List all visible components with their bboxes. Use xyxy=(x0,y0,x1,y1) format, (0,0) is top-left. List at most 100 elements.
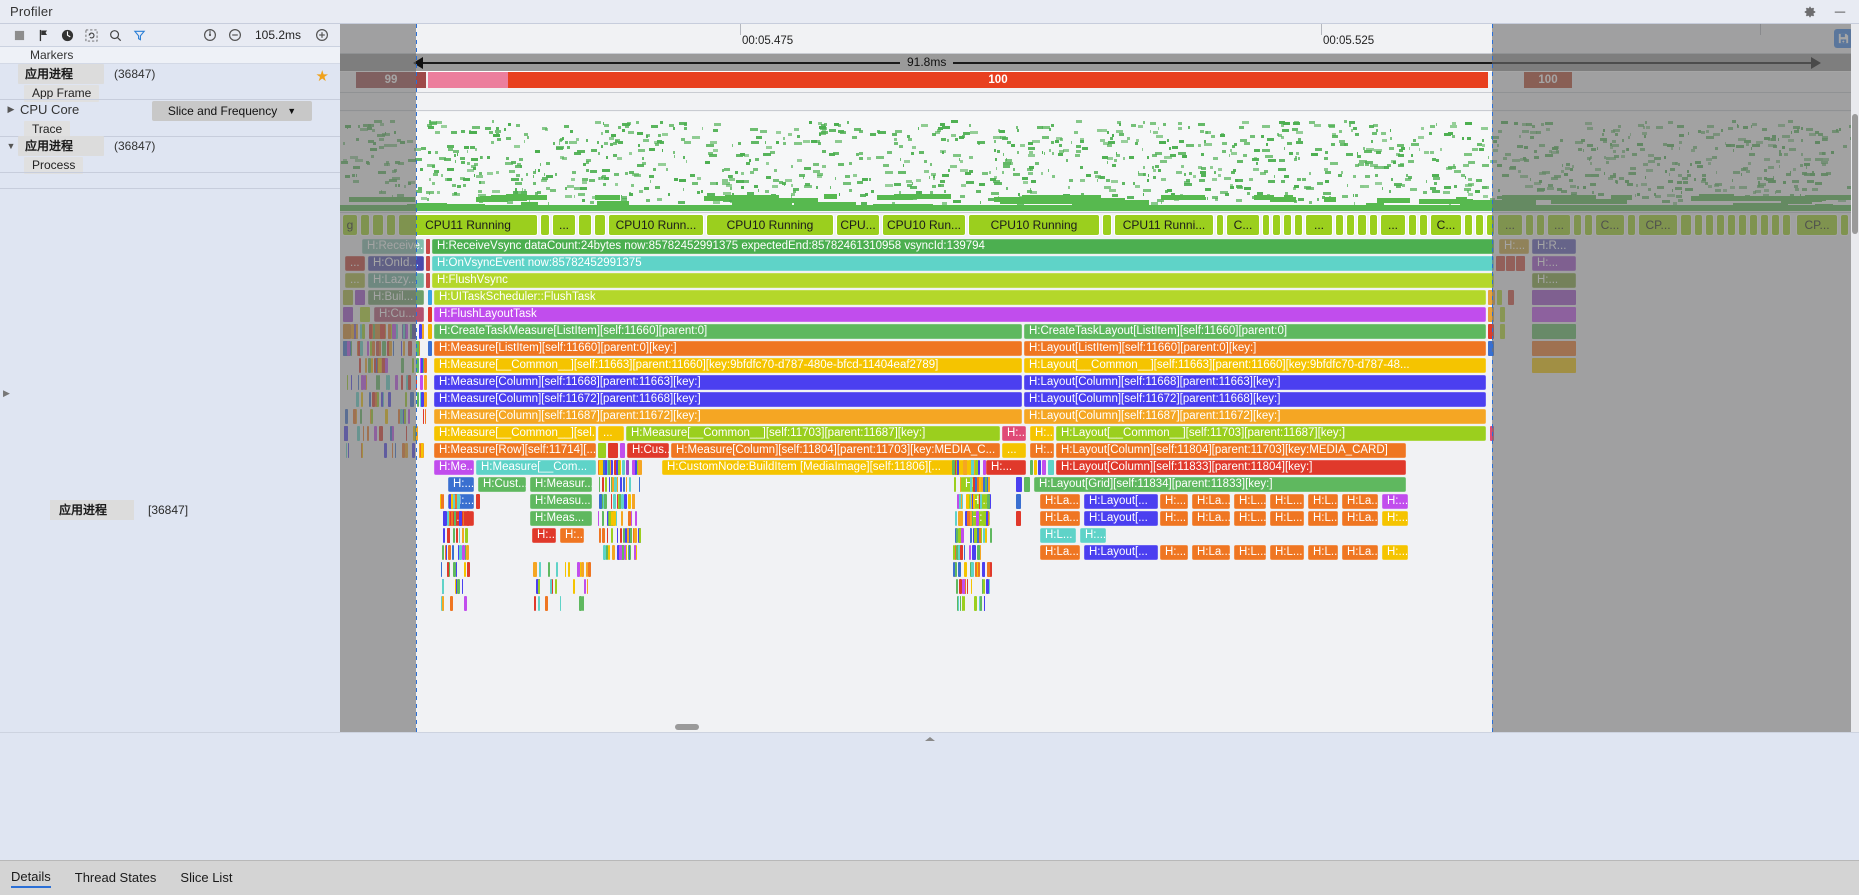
flame-slice-narrow[interactable] xyxy=(545,596,548,611)
flame-slice-narrow[interactable] xyxy=(629,477,632,492)
flame-slice-narrow[interactable] xyxy=(1532,341,1576,356)
flame-slice-narrow[interactable] xyxy=(978,460,980,475)
flame-slice-narrow[interactable] xyxy=(440,562,443,577)
flame-slice[interactable]: H:Cus... xyxy=(627,443,669,458)
flame-slice[interactable]: H:Layout[... xyxy=(1084,494,1158,509)
cpu-running-slice[interactable]: ... xyxy=(1305,214,1333,236)
flame-slice-narrow[interactable] xyxy=(403,324,405,339)
cpu-running-slice[interactable] xyxy=(1262,214,1270,236)
fps-segment[interactable] xyxy=(428,72,508,88)
flame-slice-narrow[interactable] xyxy=(441,579,444,594)
flame-slice-narrow[interactable] xyxy=(1016,494,1021,509)
horizontal-scrollbar[interactable] xyxy=(340,722,1859,732)
flame-slice-narrow[interactable] xyxy=(356,324,358,339)
flame-slice-narrow[interactable] xyxy=(367,426,369,441)
flame-slice-narrow[interactable] xyxy=(635,511,638,526)
cpu-running-slice[interactable] xyxy=(1475,214,1484,236)
flame-slice-narrow[interactable] xyxy=(960,528,964,543)
flame-slice-narrow[interactable] xyxy=(402,341,406,356)
flame-slice-narrow[interactable] xyxy=(375,375,379,390)
flame-slice-narrow[interactable] xyxy=(410,392,414,407)
flame-slice-narrow[interactable] xyxy=(428,290,432,305)
flame-slice-narrow[interactable] xyxy=(361,443,363,458)
cpu-running-slice[interactable] xyxy=(1573,214,1582,236)
flame-slice[interactable]: H:Measure[__Common__][self:11703][parent… xyxy=(626,426,1000,441)
panel-expander-icon[interactable]: ▶ xyxy=(3,388,10,399)
flame-slice-narrow[interactable] xyxy=(633,545,637,560)
flame-slice[interactable]: H:Measure[__Common__][self:11663][parent… xyxy=(434,358,1022,373)
flame-slice-narrow[interactable] xyxy=(970,528,972,543)
cpu-running-slice[interactable] xyxy=(1727,214,1736,236)
flame-slice-narrow[interactable] xyxy=(1506,256,1515,271)
flame-slice-narrow[interactable] xyxy=(371,409,373,424)
flame-slice[interactable]: H:Layout[Grid][self:11834][parent:11833]… xyxy=(1034,477,1406,492)
flame-slice-narrow[interactable] xyxy=(547,562,551,577)
flame-slice[interactable]: H:L... xyxy=(1234,494,1266,509)
cpu-running-slice[interactable] xyxy=(1749,214,1758,236)
cpu-running-slice[interactable]: CP... xyxy=(1638,214,1678,236)
flame-slice[interactable]: H:La... xyxy=(1040,494,1080,509)
frame-rate-track[interactable]: 99 100 100 xyxy=(340,72,1859,88)
cpu-running-slice[interactable]: g xyxy=(342,214,358,236)
flame-slice[interactable]: H:OnVsyncEvent now:85782452991375 xyxy=(432,256,1494,271)
flame-slice-narrow[interactable] xyxy=(581,562,585,577)
flame-slice-narrow[interactable] xyxy=(400,409,404,424)
flame-slice-narrow[interactable] xyxy=(598,511,600,526)
flame-slice-narrow[interactable] xyxy=(467,511,469,526)
flame-slice-narrow[interactable] xyxy=(604,460,608,475)
flame-slice-narrow[interactable] xyxy=(428,324,432,339)
flame-slice-narrow[interactable] xyxy=(428,307,432,322)
cpu-running-slice[interactable] xyxy=(578,214,592,236)
zoom-out-icon[interactable] xyxy=(227,28,242,43)
flame-slice-narrow[interactable] xyxy=(604,494,608,509)
flame-slice-narrow[interactable] xyxy=(625,477,628,492)
vertical-scrollbar[interactable] xyxy=(1851,24,1859,732)
flame-slice-narrow[interactable] xyxy=(955,528,958,543)
flame-slice-narrow[interactable] xyxy=(454,511,456,526)
flame-slice-narrow[interactable] xyxy=(367,341,369,356)
flame-slice-narrow[interactable] xyxy=(969,545,971,560)
flame-slice-narrow[interactable] xyxy=(579,596,583,611)
gear-icon[interactable] xyxy=(1803,5,1817,19)
flame-slice-narrow[interactable] xyxy=(958,562,962,577)
flame-slice[interactable]: H:Me... xyxy=(434,460,474,475)
flame-slice-narrow[interactable] xyxy=(985,528,988,543)
flame-slice-narrow[interactable] xyxy=(441,545,444,560)
track-group-header[interactable]: 应用进程 (36847) xyxy=(0,63,340,84)
flame-slice-narrow[interactable] xyxy=(357,426,360,441)
flame-slice[interactable]: H:... xyxy=(1160,545,1188,560)
cpu-running-slice[interactable] xyxy=(1840,214,1849,236)
flame-slice-narrow[interactable] xyxy=(368,392,371,407)
cpu-running-slice[interactable] xyxy=(1486,214,1495,236)
flame-slice-narrow[interactable] xyxy=(559,596,562,611)
flame-slice-narrow[interactable] xyxy=(343,324,351,339)
flame-slice[interactable]: H:... xyxy=(1160,511,1188,526)
flame-slice-narrow[interactable] xyxy=(374,392,377,407)
flame-slice-narrow[interactable] xyxy=(964,562,968,577)
flame-slice-narrow[interactable] xyxy=(466,545,469,560)
flame-slice-narrow[interactable] xyxy=(1038,460,1041,475)
flame-slice[interactable]: H:Layout[Column][self:11687][parent:1167… xyxy=(1024,409,1486,424)
tab-details[interactable]: Details xyxy=(11,869,51,888)
flame-slice-narrow[interactable] xyxy=(365,358,368,373)
flame-slice-narrow[interactable] xyxy=(446,545,448,560)
flame-slice-narrow[interactable] xyxy=(599,460,603,475)
filter-icon[interactable] xyxy=(132,28,147,43)
flame-slice-narrow[interactable] xyxy=(549,579,552,594)
cpu-running-slice[interactable] xyxy=(1464,214,1473,236)
flame-slice-narrow[interactable] xyxy=(972,545,976,560)
flame-slice-narrow[interactable] xyxy=(957,596,960,611)
flame-slice-narrow[interactable] xyxy=(355,290,365,305)
flame-slice-narrow[interactable] xyxy=(400,341,402,356)
cpu-running-slice[interactable] xyxy=(1738,214,1747,236)
cpu-running-slice[interactable]: ... xyxy=(1497,214,1523,236)
flame-slice-narrow[interactable] xyxy=(426,239,430,254)
flame-slice-narrow[interactable] xyxy=(964,545,966,560)
flame-slice-narrow[interactable] xyxy=(972,477,975,492)
flame-slice[interactable]: H:Layout[Column][self:11672][parent:1166… xyxy=(1024,392,1486,407)
flame-slice-narrow[interactable] xyxy=(573,579,576,594)
flame-slice-narrow[interactable] xyxy=(598,443,606,458)
flame-slice-narrow[interactable] xyxy=(639,460,642,475)
track-group-process[interactable]: ▼ 应用进程 (36847) Process xyxy=(0,135,340,174)
reset-zoom-icon[interactable] xyxy=(202,28,217,43)
